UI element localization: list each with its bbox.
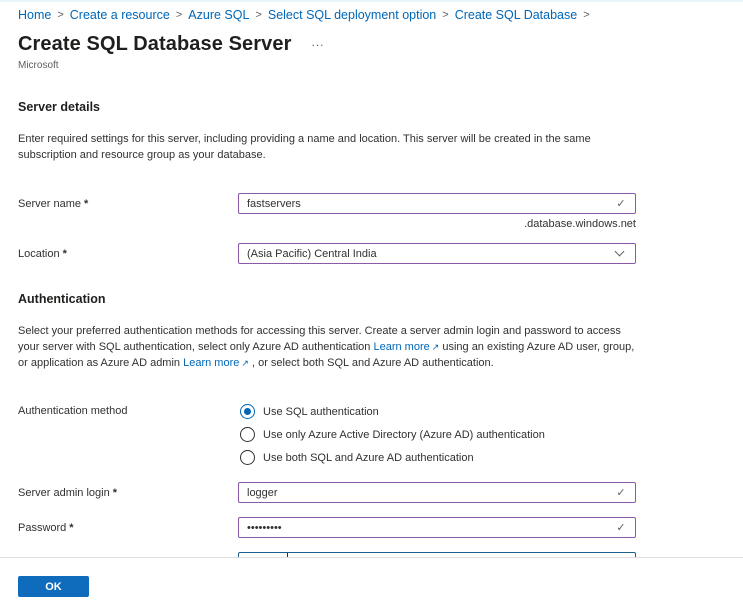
radio-sql-authentication[interactable]: Use SQL authentication <box>240 400 545 423</box>
required-marker: * <box>112 487 117 499</box>
location-label: Location * <box>18 248 67 260</box>
radio-unchecked-icon <box>240 450 255 465</box>
more-options-button[interactable]: ... <box>312 35 325 49</box>
breadcrumb-separator: > <box>175 9 183 21</box>
location-label-text: Location <box>18 248 60 260</box>
server-admin-login-input[interactable]: logger ✓ <box>238 482 636 503</box>
breadcrumb-separator: > <box>255 9 262 21</box>
breadcrumb-create-sql-database[interactable]: Create SQL Database <box>455 8 578 22</box>
breadcrumb-separator: > <box>442 9 449 21</box>
required-marker: * <box>69 522 74 534</box>
password-input[interactable]: ••••••••• ✓ <box>238 517 636 538</box>
breadcrumb-select-deployment[interactable]: Select SQL deployment option <box>268 8 436 22</box>
required-marker: * <box>62 248 67 260</box>
title-row: Create SQL Database Server ... <box>18 33 325 56</box>
checkmark-icon: ✓ <box>616 522 626 534</box>
breadcrumb-separator: > <box>57 9 64 21</box>
server-admin-login-label: Server admin login * <box>18 487 117 499</box>
location-dropdown[interactable]: (Asia Pacific) Central India <box>238 243 636 264</box>
learn-more-text: Learn more <box>183 357 240 369</box>
create-sql-server-page: Home > Create a resource > Azure SQL > S… <box>0 0 743 606</box>
breadcrumb-separator: > <box>583 9 590 21</box>
server-details-heading: Server details <box>18 100 100 114</box>
publisher-label: Microsoft <box>18 60 59 71</box>
breadcrumb-home[interactable]: Home <box>18 8 51 22</box>
required-marker: * <box>83 198 89 210</box>
admin-login-value: logger <box>247 486 278 499</box>
radio-label: Use both SQL and Azure AD authentication <box>263 451 474 464</box>
server-name-suffix: .database.windows.net <box>524 218 636 230</box>
password-label: Password * <box>18 522 74 534</box>
top-border <box>0 0 743 2</box>
radio-label: Use only Azure Active Directory (Azure A… <box>263 428 545 441</box>
radio-unchecked-icon <box>240 427 255 442</box>
breadcrumb-create-resource[interactable]: Create a resource <box>70 8 170 22</box>
chevron-down-icon <box>614 246 625 257</box>
authentication-method-label: Authentication method <box>18 405 128 417</box>
server-name-input[interactable]: fastservers ✓ <box>238 193 636 214</box>
learn-more-link-azure-ad-auth[interactable]: Learn more ↗ <box>373 341 439 353</box>
server-details-description: Enter required settings for this server,… <box>18 133 591 161</box>
password-value: ••••••••• <box>247 521 282 534</box>
admin-login-label-text: Server admin login <box>18 487 110 499</box>
password-label-text: Password <box>18 522 67 534</box>
authentication-method-radio-group: Use SQL authentication Use only Azure Ac… <box>240 400 545 469</box>
checkmark-icon: ✓ <box>616 198 626 210</box>
checkmark-icon: ✓ <box>616 487 626 499</box>
external-link-icon: ↗ <box>241 358 249 368</box>
radio-checked-icon <box>240 404 255 419</box>
server-name-label: Server name * <box>18 198 88 210</box>
server-name-label-text: Server name <box>18 198 81 210</box>
page-title: Create SQL Database Server <box>18 33 292 55</box>
ok-button[interactable]: OK <box>18 576 89 597</box>
learn-more-text: Learn more <box>373 341 430 353</box>
authentication-description: Select your preferred authentication met… <box>18 323 638 371</box>
breadcrumb: Home > Create a resource > Azure SQL > S… <box>18 8 596 22</box>
authentication-heading: Authentication <box>18 292 106 306</box>
footer-bar: OK <box>0 557 743 606</box>
breadcrumb-azure-sql[interactable]: Azure SQL <box>188 8 249 22</box>
auth-desc-part3: , or select both SQL and Azure AD authen… <box>248 357 494 369</box>
radio-azure-ad-only-authentication[interactable]: Use only Azure Active Directory (Azure A… <box>240 423 545 446</box>
location-value: (Asia Pacific) Central India <box>247 247 377 260</box>
learn-more-link-azure-ad-admin[interactable]: Learn more ↗ <box>183 357 249 369</box>
radio-both-sql-and-azure-ad[interactable]: Use both SQL and Azure AD authentication <box>240 446 545 469</box>
radio-label: Use SQL authentication <box>263 405 379 418</box>
server-name-value: fastservers <box>247 197 301 210</box>
